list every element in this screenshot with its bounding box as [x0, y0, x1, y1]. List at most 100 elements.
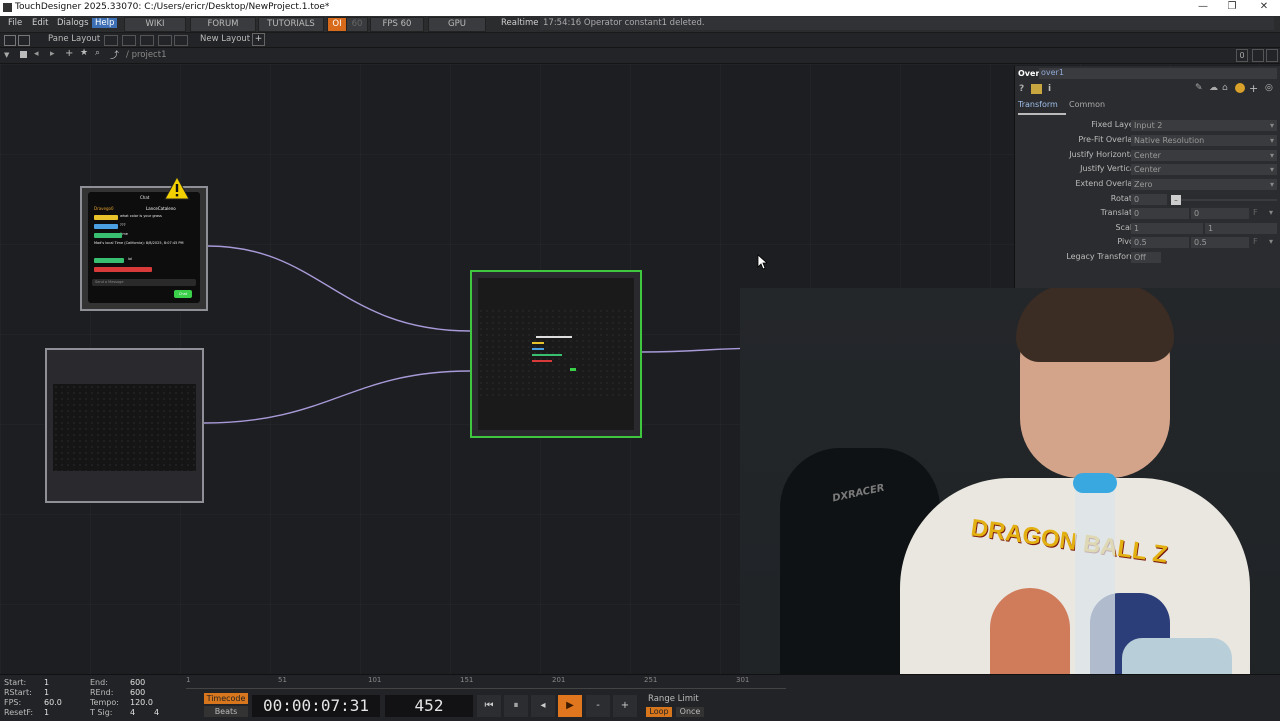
fixed-layer-dropdown[interactable]: Input 2 ▾ [1131, 120, 1277, 131]
rewind-button[interactable]: ⏮ [477, 695, 501, 717]
step-minus-button[interactable]: - [586, 695, 610, 717]
oi-button[interactable]: OI [327, 17, 347, 32]
help-icon[interactable]: ? [1019, 84, 1024, 94]
tab-transform[interactable]: Transform [1018, 100, 1066, 115]
pane-layout-grid-icons[interactable] [104, 35, 188, 46]
rotate-slider-handle[interactable]: – [1171, 195, 1181, 205]
fps-value[interactable]: 60.0 [44, 698, 62, 707]
chat-preview: Chat Dravego0 LanceCataleno what color i… [88, 192, 200, 303]
translate-y-field[interactable]: 0 [1191, 208, 1249, 219]
step-back-button[interactable]: ◂ [531, 695, 555, 717]
end-value[interactable]: 600 [130, 678, 145, 687]
beats-toggle[interactable]: Beats [204, 706, 248, 717]
forward-icon[interactable]: ▸ [50, 49, 55, 59]
person-head [1016, 288, 1174, 478]
expression-icon[interactable] [1235, 83, 1245, 93]
chat-node[interactable]: Chat Dravego0 LanceCataleno what color i… [80, 176, 208, 311]
warning-icon[interactable] [164, 176, 190, 200]
menu-edit[interactable]: Edit [29, 18, 51, 28]
stop-icon[interactable] [20, 51, 27, 58]
pivot-unit-menu[interactable]: F [1253, 237, 1258, 246]
layout-icon[interactable] [4, 35, 16, 46]
play-button[interactable]: ▶ [558, 695, 582, 717]
layout-bar: Pane Layout New Layout + [0, 33, 1280, 48]
search-icon[interactable]: ⌕ [95, 48, 100, 58]
add-parameter-icon[interactable]: + [1249, 82, 1258, 95]
pivot-unit-arrow[interactable]: ▾ [1269, 237, 1273, 246]
tsig-value-1[interactable]: 4 [130, 708, 135, 717]
tutorials-button[interactable]: TUTORIALS [258, 17, 324, 32]
settings-icon[interactable]: ◎ [1265, 83, 1273, 93]
edit-icon[interactable]: ✎ [1195, 83, 1203, 93]
rstart-value[interactable]: 1 [44, 688, 49, 697]
split-icon[interactable] [18, 35, 30, 46]
pane-layout-label[interactable]: Pane Layout [48, 34, 100, 44]
translate-unit-menu[interactable]: F [1253, 208, 1258, 217]
scale-y-field[interactable]: 1 [1205, 223, 1277, 234]
chat-line-1: what color is your grass [120, 214, 162, 218]
extend-overlay-dropdown[interactable]: Zero ▾ [1131, 179, 1277, 190]
add-layout-button[interactable]: + [252, 33, 265, 46]
timecode-toggle[interactable]: Timecode [204, 693, 248, 704]
network-path[interactable]: / project1 [126, 50, 166, 60]
param-fixed-layer: Fixed Layer Input 2 ▾ [1015, 120, 1280, 133]
parent-icon[interactable]: ⤴ [110, 48, 119, 61]
legacy-transform-toggle[interactable]: Off [1131, 252, 1161, 263]
justify-horizontal-dropdown[interactable]: Center ▾ [1131, 150, 1277, 161]
param-legacy-transform: Legacy Transform Off [1015, 252, 1280, 265]
loop-toggle[interactable]: Loop [646, 707, 672, 717]
back-icon[interactable]: ◂ [34, 49, 39, 59]
start-value[interactable]: 1 [44, 678, 49, 687]
pivot-y-field[interactable]: 0.5 [1191, 237, 1249, 248]
tab-common[interactable]: Common [1069, 100, 1105, 109]
frame-display[interactable]: 452 [385, 695, 473, 717]
rend-label: REnd: [90, 688, 114, 697]
once-toggle[interactable]: Once [676, 707, 704, 717]
maximize-button[interactable]: ❐ [1222, 1, 1242, 12]
tempo-value[interactable]: 120.0 [130, 698, 153, 707]
rend-value[interactable]: 600 [130, 688, 145, 697]
pivot-x-field[interactable]: 0.5 [1131, 237, 1189, 248]
pin-icon[interactable]: ⌂ [1222, 83, 1228, 93]
comment-icon[interactable]: ☁ [1209, 83, 1218, 93]
param-scale: Scale 1 1 [1015, 223, 1280, 236]
title-bar: TouchDesigner 2025.33070: C:/Users/ericr… [0, 0, 1280, 16]
close-button[interactable]: ✕ [1254, 1, 1274, 12]
view-mode-icon[interactable] [1252, 49, 1264, 62]
tsig-label: T Sig: [90, 708, 113, 717]
tsig-value-2[interactable]: 4 [154, 708, 159, 717]
rotate-slider-track[interactable] [1181, 199, 1277, 201]
translate-x-field[interactable]: 0 [1131, 208, 1189, 219]
wiki-button[interactable]: WIKI [124, 17, 186, 32]
justify-vertical-dropdown[interactable]: Center ▾ [1131, 164, 1277, 175]
info-icon[interactable]: i [1048, 84, 1051, 94]
gpu-button[interactable]: GPU [428, 17, 486, 32]
translate-unit-arrow[interactable]: ▾ [1269, 208, 1273, 217]
new-layout-label[interactable]: New Layout [200, 34, 250, 44]
constant-node[interactable] [45, 348, 204, 503]
forum-button[interactable]: FORUM [190, 17, 256, 32]
timeline-ruler[interactable]: 1 51 101 151 201 251 301 [186, 676, 786, 689]
param-prefit-overlay: Pre-Fit Overlay Native Resolution ▾ [1015, 135, 1280, 148]
home-icon[interactable]: + [65, 48, 73, 59]
rotate-field[interactable]: 0 [1131, 194, 1167, 205]
python-icon[interactable] [1031, 84, 1042, 94]
prefit-overlay-dropdown[interactable]: Native Resolution ▾ [1131, 135, 1277, 146]
wire-constant-to-over[interactable] [203, 370, 471, 424]
timecode-display[interactable]: 00:00:07:31 [252, 695, 380, 717]
scale-x-field[interactable]: 1 [1131, 223, 1203, 234]
step-forward-button[interactable]: + [613, 695, 637, 717]
op-name-field[interactable]: over1 [1039, 68, 1277, 79]
pause-button[interactable]: ⏸ [504, 695, 528, 717]
resetf-value[interactable]: 1 [44, 708, 49, 717]
menu-file[interactable]: File [5, 18, 25, 28]
bookmark-icon[interactable]: ★ [80, 48, 88, 58]
minimize-button[interactable]: — [1193, 1, 1213, 12]
pane-menu-icon[interactable]: ▼ [4, 51, 9, 59]
over-node[interactable] [470, 270, 642, 438]
menu-dialogs[interactable]: Dialogs [54, 18, 92, 28]
menu-help[interactable]: Help [92, 18, 118, 28]
viewer-toggle[interactable]: 0 [1236, 49, 1248, 62]
pane-options-icon[interactable] [1266, 49, 1278, 62]
wire-chat-to-over[interactable] [207, 245, 471, 332]
